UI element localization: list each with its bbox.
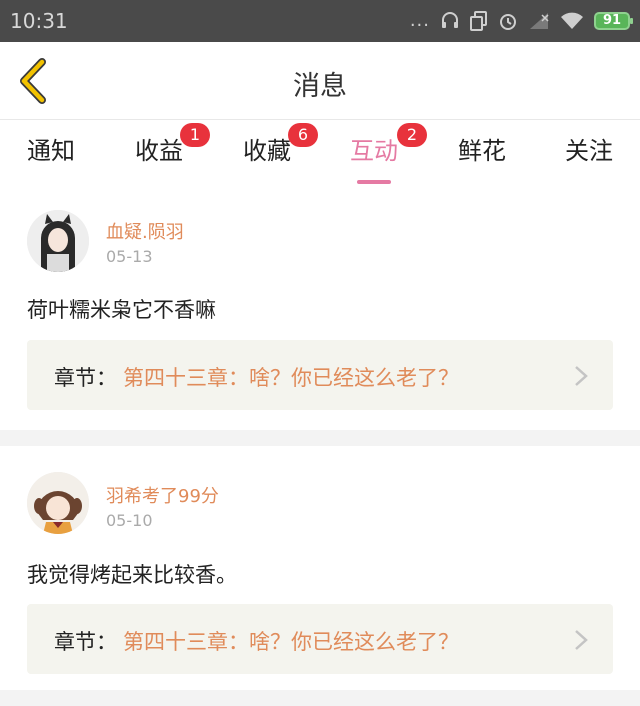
alarm-icon (500, 14, 516, 30)
tab-notifications[interactable]: 通知 (22, 131, 80, 181)
username[interactable]: 羽希考了99分 (106, 482, 219, 508)
chapter-name: 第四十三章：啥？你已经这么老了？ (123, 630, 459, 654)
chapter-prefix: 章节： (54, 630, 117, 654)
tab-interactions[interactable]: 互动 2 (345, 123, 427, 184)
avatar[interactable] (27, 472, 89, 534)
avatar[interactable] (27, 210, 89, 272)
chapter-prefix: 章节： (54, 366, 117, 390)
user-avatar-icon (27, 210, 89, 272)
chevron-right-icon (575, 366, 588, 386)
tab-bar: 通知 收益 1 收藏 6 互动 2 鲜花 关注 (0, 121, 640, 184)
tab-label: 互动 (350, 137, 398, 165)
headset-icon (442, 12, 458, 28)
tab-follows[interactable]: 关注 (560, 131, 618, 181)
nav-bar: 消息 (0, 42, 640, 120)
tab-earnings[interactable]: 收益 1 (130, 123, 210, 181)
chapter-link[interactable]: 章节： 第四十三章：啥？你已经这么老了？ (27, 340, 613, 410)
message-date: 05-10 (106, 511, 153, 530)
comment-text: 我觉得烤起来比较香。 (27, 563, 237, 587)
chevron-right-icon (575, 630, 588, 650)
tab-badge: 2 (397, 123, 427, 147)
tab-label: 收益 (135, 137, 183, 165)
tab-label: 关注 (565, 137, 613, 165)
status-icons: ... 91 (409, 10, 633, 32)
message-date: 05-13 (106, 247, 153, 266)
status-bar: 10:31 ... 91 (0, 0, 640, 42)
battery-icon: 91 (594, 12, 633, 30)
signal-icon (530, 13, 549, 29)
user-avatar-icon (27, 472, 89, 534)
chapter-name: 第四十三章：啥？你已经这么老了？ (123, 366, 459, 390)
more-dots-icon: ... (409, 10, 430, 31)
divider (0, 430, 640, 446)
divider (0, 690, 640, 706)
tab-label: 通知 (27, 137, 75, 165)
message-card: 羽希考了99分 05-10 我觉得烤起来比较香。 章节： 第四十三章：啥？你已经… (0, 446, 640, 690)
status-time: 10:31 (10, 9, 68, 33)
tab-flowers[interactable]: 鲜花 (453, 131, 511, 181)
comment-text: 荷叶糯米枭它不香嘛 (27, 298, 216, 322)
tab-badge: 1 (180, 123, 210, 147)
tab-label: 收藏 (243, 137, 291, 165)
tab-label: 鲜花 (458, 137, 506, 165)
message-card: 血疑.陨羽 05-13 荷叶糯米枭它不香嘛 章节： 第四十三章：啥？你已经这么老… (0, 186, 640, 430)
wifi-icon (561, 12, 583, 29)
active-tab-indicator (357, 180, 391, 184)
page-title: 消息 (293, 71, 347, 102)
tab-favorites[interactable]: 收藏 6 (238, 123, 318, 181)
username[interactable]: 血疑.陨羽 (106, 218, 184, 244)
chapter-link[interactable]: 章节： 第四十三章：啥？你已经这么老了？ (27, 604, 613, 674)
copy-icon (470, 11, 487, 31)
tab-badge: 6 (288, 123, 318, 147)
